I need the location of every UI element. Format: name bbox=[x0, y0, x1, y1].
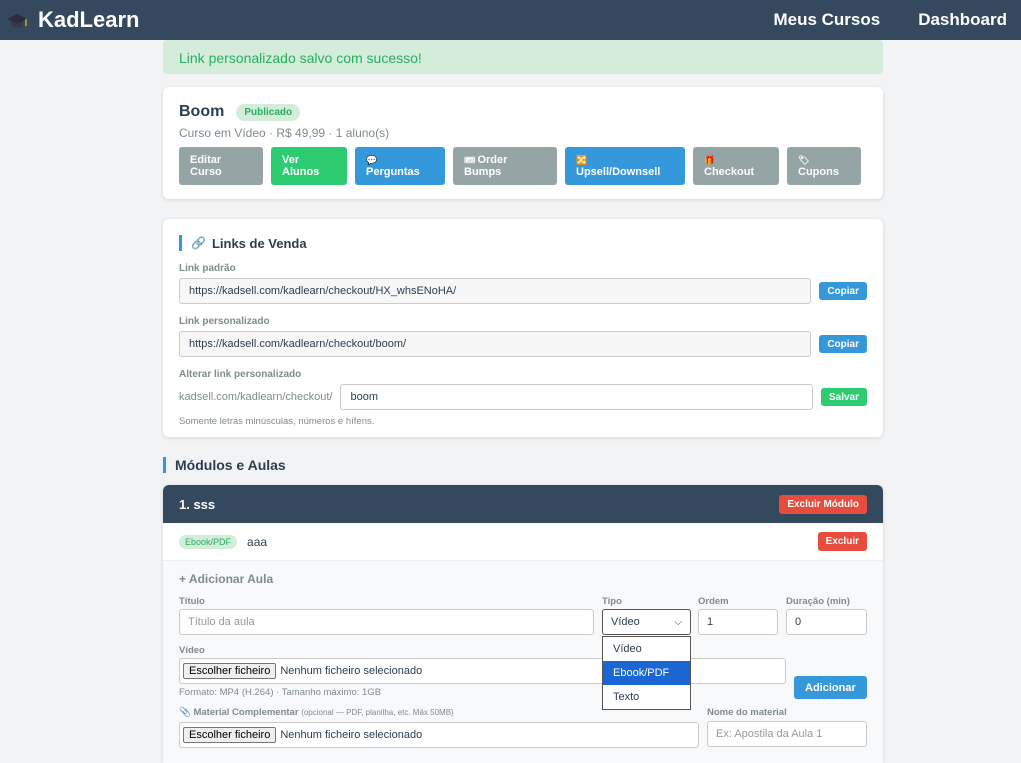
add-lesson-button[interactable]: Adicionar bbox=[794, 676, 867, 699]
edit-course-button[interactable]: Editar Curso bbox=[179, 147, 263, 185]
questions-button[interactable]: 💬 Perguntas bbox=[355, 147, 445, 185]
speech-bubble-icon: 💬 bbox=[366, 155, 378, 165]
top-bar: KadLearn Meus Cursos Dashboard bbox=[0, 0, 1021, 40]
module-card: 1. sss Excluir Módulo Ebook/PDF aaa Excl… bbox=[163, 485, 883, 763]
material-hint: (opcional — PDF, planilha, etc. Máx 50MB… bbox=[301, 708, 454, 717]
title-label: Título bbox=[179, 596, 205, 607]
graduation-cap-icon bbox=[7, 14, 27, 28]
choose-file-button[interactable]: Escolher ficheiro bbox=[183, 663, 277, 679]
type-label: Tipo bbox=[602, 596, 622, 607]
delete-lesson-button[interactable]: Excluir bbox=[817, 532, 867, 551]
select-value: Vídeo bbox=[611, 616, 640, 628]
ticket-icon: 🎟 bbox=[464, 155, 476, 165]
placeholder: Título da aula bbox=[188, 616, 255, 628]
placeholder: Ex: Apostila da Aula 1 bbox=[716, 728, 823, 740]
video-file-input[interactable]: Escolher ficheiro Nenhum ficheiro seleci… bbox=[179, 658, 786, 684]
button-label: Bumps bbox=[464, 166, 502, 178]
order-bumps-button[interactable]: 🎟 Order Bumps bbox=[453, 147, 557, 185]
material-name-input[interactable]: Ex: Apostila da Aula 1 bbox=[707, 721, 867, 747]
default-link-field[interactable]: https://kadsell.com/kadlearn/checkout/HX… bbox=[179, 278, 812, 304]
link-prefix: kadsell.com/kadlearn/checkout/ bbox=[179, 391, 333, 403]
add-lesson-title: + Adicionar Aula bbox=[179, 572, 274, 586]
button-label: Alunos bbox=[282, 166, 320, 178]
link-icon: 🔗 bbox=[191, 236, 206, 250]
video-label: Vídeo bbox=[179, 645, 205, 656]
button-label: Order bbox=[477, 154, 508, 166]
modules-heading: Módulos e Aulas bbox=[163, 457, 883, 473]
custom-link-label: Link personalizado bbox=[179, 316, 270, 327]
lesson-title-input[interactable]: Título da aula bbox=[179, 609, 594, 635]
type-option-video[interactable]: Vídeo bbox=[603, 637, 690, 661]
course-card: Boom Publicado Curso em Vídeo · R$ 49,99… bbox=[163, 87, 883, 199]
lesson-type-badge: Ebook/PDF bbox=[179, 534, 238, 549]
type-select[interactable]: Vídeo ⌵ bbox=[602, 609, 691, 635]
nav-dashboard[interactable]: Dashboard bbox=[918, 10, 1007, 30]
sales-links-card: 🔗 Links de Venda Link padrão https://kad… bbox=[163, 219, 883, 437]
copy-default-button[interactable]: Copiar bbox=[819, 282, 867, 300]
change-link-row: kadsell.com/kadlearn/checkout/ boom Salv… bbox=[179, 384, 867, 410]
brand[interactable]: KadLearn bbox=[6, 7, 139, 33]
choose-file-button[interactable]: Escolher ficheiro bbox=[183, 727, 277, 743]
lesson-title: aaa bbox=[247, 534, 268, 549]
default-link-label: Link padrão bbox=[179, 263, 236, 274]
delete-module-button[interactable]: Excluir Módulo bbox=[779, 494, 867, 514]
arrows-icon: 🔀 bbox=[576, 155, 588, 165]
upsell-downsell-button[interactable]: 🔀 Upsell/Downsell bbox=[565, 147, 685, 185]
status-badge: Publicado bbox=[236, 103, 301, 121]
material-name-label: Nome do material bbox=[707, 707, 787, 718]
material-label-row: 📎 Material Complementar (opcional — PDF,… bbox=[179, 707, 454, 718]
slug-hint: Somente letras minúsculas, números e híf… bbox=[179, 416, 375, 427]
view-students-button[interactable]: Ver Alunos bbox=[271, 147, 347, 185]
change-link-label: Alterar link personalizado bbox=[179, 369, 302, 380]
save-slug-button[interactable]: Salvar bbox=[820, 388, 867, 406]
copy-custom-button[interactable]: Copiar bbox=[819, 335, 867, 353]
type-dropdown-list: Vídeo Ebook/PDF Texto bbox=[602, 636, 691, 710]
gift-icon: 🎁 bbox=[704, 155, 716, 165]
material-label: Material Complementar bbox=[193, 707, 299, 718]
button-label: Ver bbox=[282, 154, 300, 166]
add-lesson-form: + Adicionar Aula Título Título da aula T… bbox=[163, 561, 883, 763]
video-hint: Formato: MP4 (H.264) · Tamanho máximo: 1… bbox=[179, 687, 382, 698]
type-option-text[interactable]: Texto bbox=[603, 685, 690, 709]
button-label: Editar bbox=[190, 154, 222, 166]
course-title: Boom Publicado bbox=[179, 103, 867, 121]
paperclip-icon: 📎 bbox=[179, 707, 191, 718]
type-option-ebook[interactable]: Ebook/PDF bbox=[603, 661, 690, 685]
module-header: 1. sss Excluir Módulo bbox=[163, 485, 883, 523]
coupons-button[interactable]: 🏷 Cupons bbox=[787, 147, 861, 185]
duration-label: Duração (min) bbox=[786, 596, 850, 607]
button-label: Perguntas bbox=[366, 166, 420, 178]
course-name: Boom bbox=[179, 103, 225, 120]
brand-name: KadLearn bbox=[38, 7, 140, 32]
custom-link-row: https://kadsell.com/kadlearn/checkout/bo… bbox=[179, 331, 867, 357]
button-label: Upsell/Downsell bbox=[576, 166, 661, 178]
order-label: Ordem bbox=[698, 596, 729, 607]
checkout-button[interactable]: 🎁 Checkout bbox=[693, 147, 779, 185]
tag-icon: 🏷 bbox=[798, 155, 810, 165]
slug-input[interactable]: boom bbox=[340, 384, 813, 410]
order-input[interactable]: 1 bbox=[698, 609, 778, 635]
module-name: 1. sss bbox=[179, 496, 216, 512]
material-file-input[interactable]: Escolher ficheiro Nenhum ficheiro seleci… bbox=[179, 722, 699, 748]
nav-meus-cursos[interactable]: Meus Cursos bbox=[773, 10, 880, 30]
button-label: Cupons bbox=[798, 166, 839, 178]
button-label: Checkout bbox=[704, 166, 755, 178]
default-link-row: https://kadsell.com/kadlearn/checkout/HX… bbox=[179, 278, 867, 304]
course-meta: Curso em Vídeo · R$ 49,99 · 1 aluno(s) bbox=[179, 126, 390, 140]
duration-input[interactable]: 0 bbox=[786, 609, 867, 635]
section-title-text: Links de Venda bbox=[211, 235, 307, 251]
custom-link-field[interactable]: https://kadsell.com/kadlearn/checkout/bo… bbox=[179, 331, 812, 357]
button-label: Curso bbox=[190, 166, 222, 178]
no-file-text: Nenhum ficheiro selecionado bbox=[280, 729, 423, 741]
section-title: 🔗 Links de Venda bbox=[179, 235, 867, 251]
chevron-down-icon: ⌵ bbox=[674, 616, 682, 628]
lesson-row: Ebook/PDF aaa Excluir bbox=[163, 523, 883, 561]
main-nav: Meus Cursos Dashboard bbox=[773, 10, 1007, 30]
no-file-text: Nenhum ficheiro selecionado bbox=[280, 665, 423, 677]
course-actions: Editar Curso Ver Alunos 💬 Perguntas 🎟 Ord… bbox=[179, 147, 867, 185]
success-alert: Link personalizado salvo com sucesso! bbox=[163, 40, 883, 74]
